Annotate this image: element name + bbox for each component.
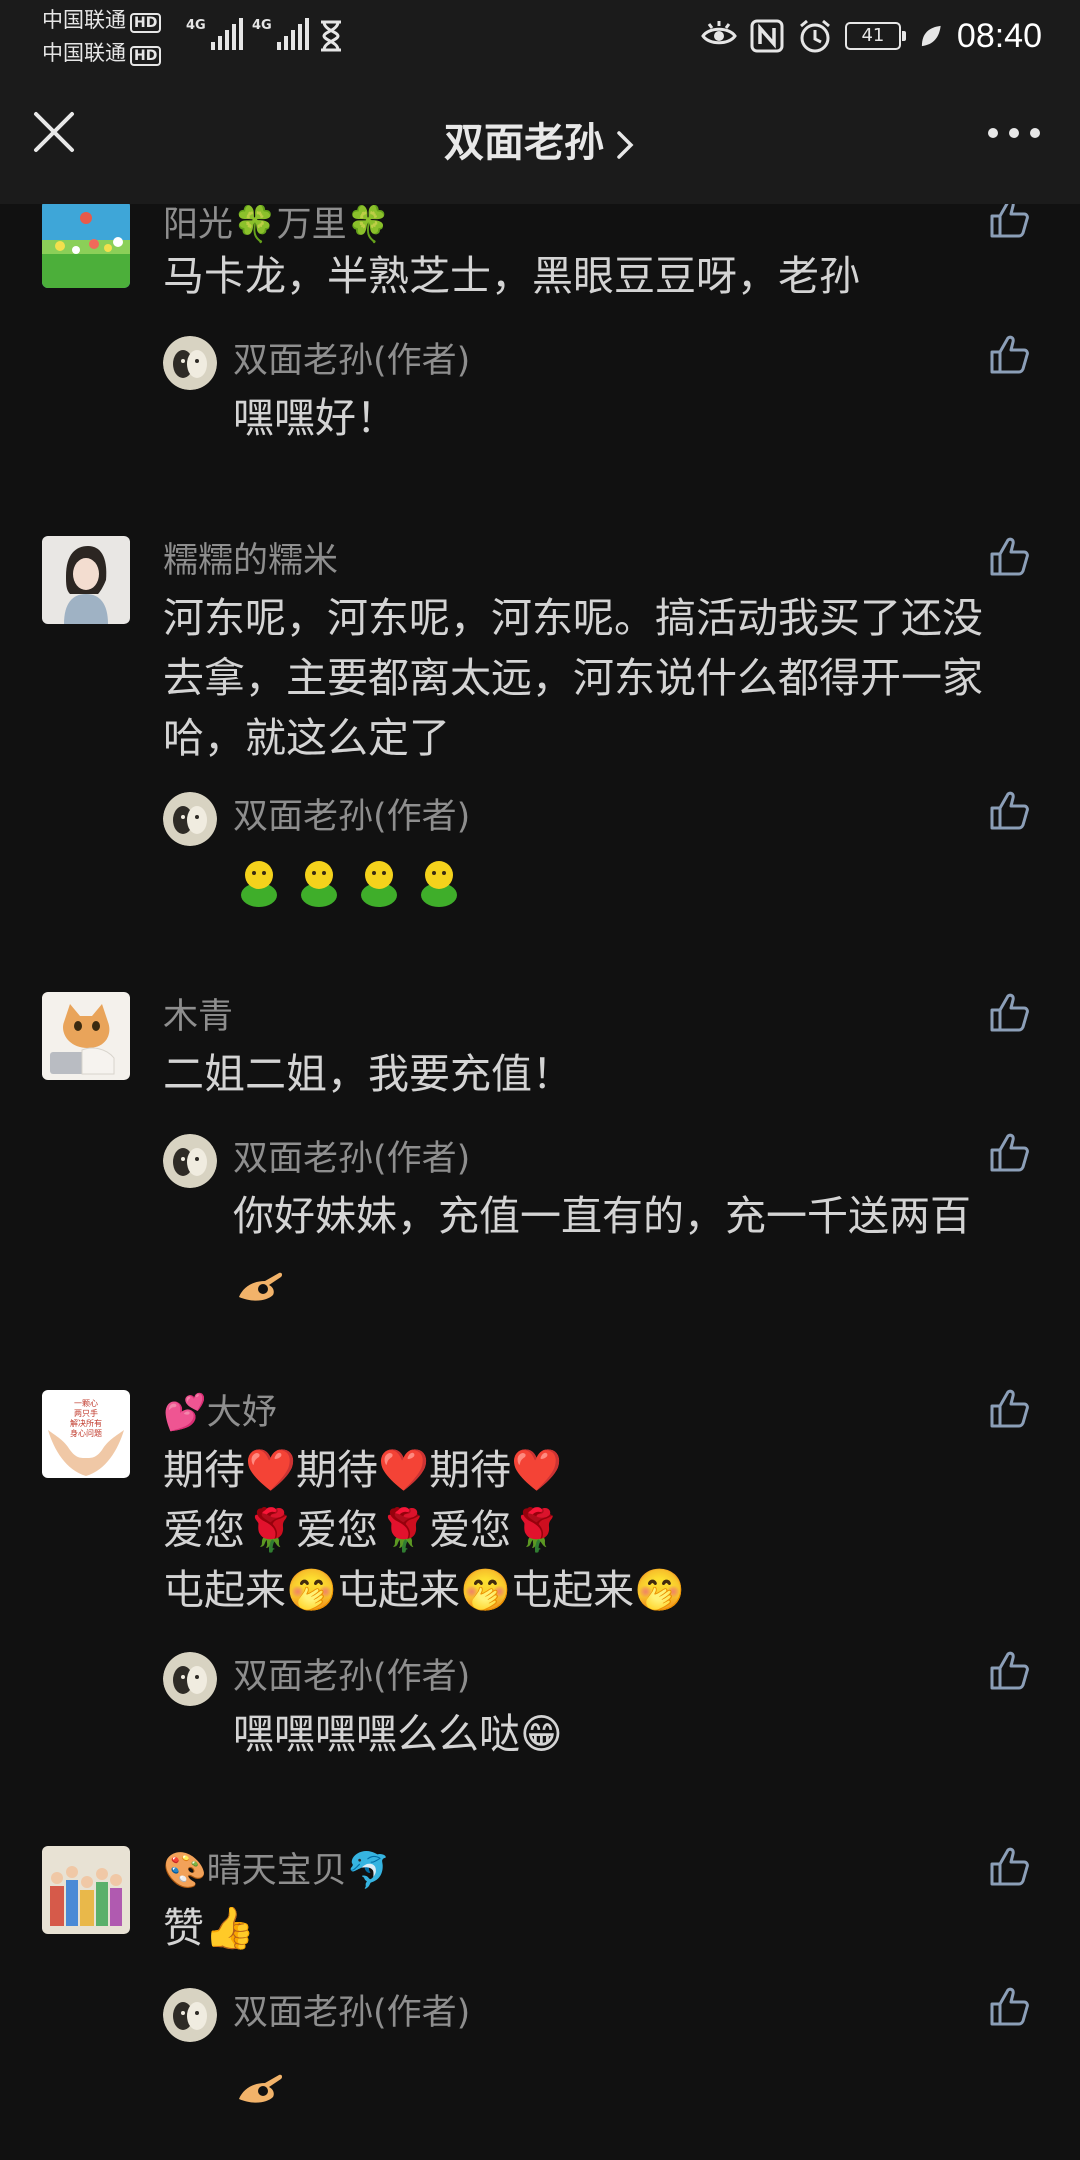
battery-icon: 41 — [844, 22, 906, 50]
green-figure-emoji — [301, 861, 337, 907]
comment-text: 河东呢，河东呢，河东呢。搞活动我买了还没去拿，主要都离太远，河东说什么都得开一家… — [163, 594, 983, 762]
comment-author[interactable]: 💕大妤 — [163, 1384, 277, 1435]
alarm-icon — [799, 19, 830, 53]
reply-avatar[interactable] — [163, 1652, 217, 1706]
chevron-right-icon — [617, 131, 634, 159]
carrier-label-2: 中国联通 HD — [42, 41, 162, 66]
like-icon[interactable] — [988, 1648, 1032, 1692]
signal-icon-1: 4G — [186, 18, 243, 50]
green-figure-emoji — [421, 861, 457, 907]
reply-avatar[interactable] — [163, 1134, 217, 1188]
reply-author[interactable]: 双面老孙(作者) — [233, 1984, 470, 2035]
like-icon[interactable] — [988, 1844, 1032, 1888]
comment-list[interactable]: 阳光🍀万里🍀 马卡龙，半熟芝士，黑眼豆豆呀，老孙 双面老孙(作者) 嘿嘿好！ 糯… — [0, 204, 1080, 2160]
ok-hand-emoji — [239, 1272, 283, 1301]
signal-icon-2: 4G — [252, 18, 309, 50]
like-icon[interactable] — [988, 204, 1032, 240]
reply-text: 嘿嘿好！ — [233, 394, 397, 442]
reply-text: 你好妹妹，充值一直有的，充一千送两百 — [233, 1186, 1053, 1306]
avatar[interactable] — [42, 992, 130, 1080]
header-bar: 双面老孙 — [0, 72, 1080, 204]
reply-text — [233, 850, 1053, 910]
svg-text:一颗心: 一颗心 — [74, 1399, 98, 1408]
comment-author[interactable]: 阳光🍀万里🍀 — [163, 204, 390, 247]
like-icon[interactable] — [988, 1386, 1032, 1430]
avatar[interactable] — [42, 1846, 130, 1934]
reply-text: 嘿嘿嘿嘿么么哒😁 — [233, 1710, 563, 1758]
eye-icon — [701, 21, 737, 45]
avatar[interactable] — [42, 204, 130, 288]
reply-author[interactable]: 双面老孙(作者) — [233, 1130, 470, 1181]
reply-author[interactable]: 双面老孙(作者) — [233, 1648, 470, 1699]
comment-text: 二姐二姐，我要充值！ — [163, 1050, 573, 1098]
reply-author[interactable]: 双面老孙(作者) — [233, 788, 470, 839]
comment-text: 马卡龙，半熟芝士，黑眼豆豆呀，老孙 — [163, 252, 860, 300]
green-figure-emoji — [361, 861, 397, 907]
nfc-icon — [750, 19, 784, 53]
avatar[interactable] — [42, 536, 130, 624]
comment-text: 赞👍 — [163, 1904, 256, 1952]
leaf-icon — [921, 25, 941, 47]
svg-text:两只手: 两只手 — [74, 1408, 98, 1418]
clock: 08:40 — [956, 16, 1042, 55]
reply-text — [233, 2048, 1053, 2108]
comment-text: 期待❤️期待❤️期待❤️ 爱您🌹爱您🌹爱您🌹 屯起来🤭屯起来🤭屯起来🤭 — [163, 1446, 686, 1614]
green-figure-emoji — [241, 861, 277, 907]
reply-avatar[interactable] — [163, 792, 217, 846]
hourglass-icon — [321, 20, 341, 52]
reply-avatar[interactable] — [163, 1988, 217, 2042]
like-icon[interactable] — [988, 990, 1032, 1034]
svg-text:身心问题: 身心问题 — [70, 1428, 102, 1438]
more-icon[interactable] — [988, 128, 1040, 140]
reply-author[interactable]: 双面老孙(作者) — [233, 332, 470, 383]
carrier-label-1: 中国联通 HD — [42, 8, 162, 33]
comment-author[interactable]: 糯糯的糯米 — [163, 532, 338, 583]
emoji-row — [233, 857, 465, 909]
comment-author[interactable]: 木青 — [163, 988, 233, 1039]
reply-avatar[interactable] — [163, 336, 217, 390]
ok-hand-emoji — [239, 2074, 283, 2103]
comment-author[interactable]: 🎨晴天宝贝🐬 — [163, 1842, 390, 1893]
like-icon[interactable] — [988, 788, 1032, 832]
status-bar: 中国联通 HD 中国联通 HD 4G 4G 41 08:40 — [0, 0, 1080, 72]
like-icon[interactable] — [988, 534, 1032, 578]
page-title[interactable]: 双面老孙 — [0, 110, 1080, 168]
avatar[interactable]: 一颗心 两只手 解决所有 身心问题 — [42, 1390, 130, 1478]
svg-text:解决所有: 解决所有 — [70, 1418, 102, 1428]
like-icon[interactable] — [988, 1984, 1032, 2028]
like-icon[interactable] — [988, 332, 1032, 376]
like-icon[interactable] — [988, 1130, 1032, 1174]
